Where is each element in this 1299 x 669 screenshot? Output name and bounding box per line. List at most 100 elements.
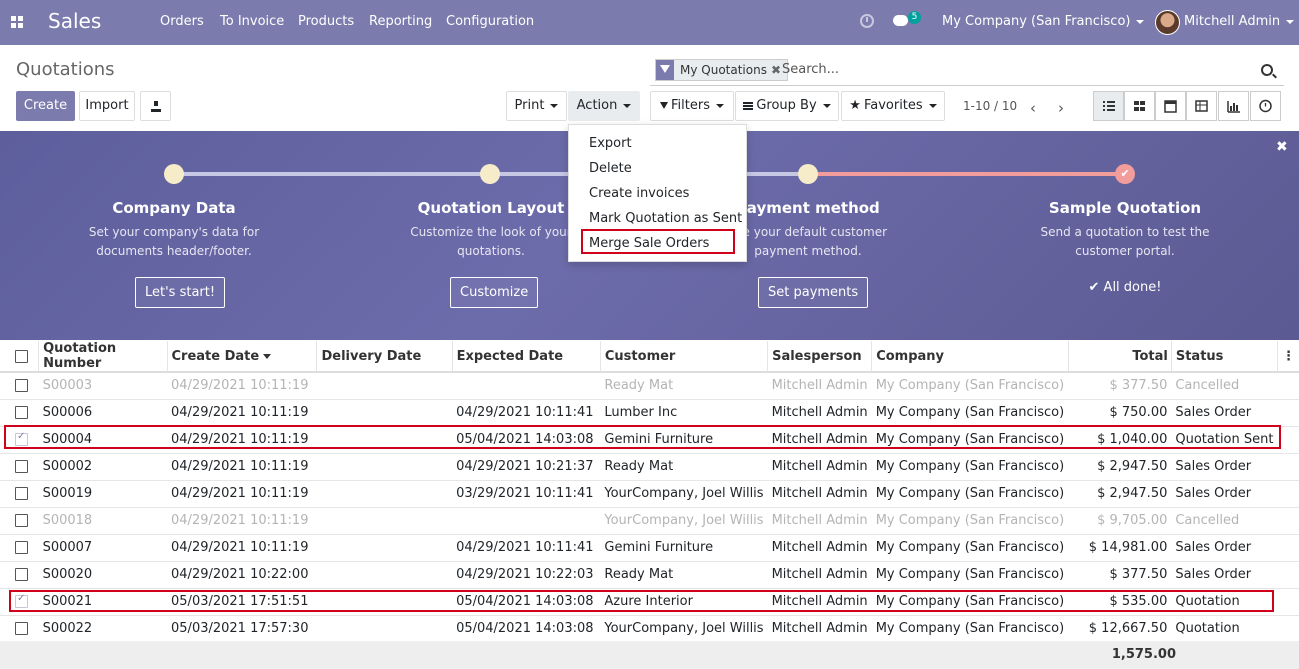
cell-status: Sales Order — [1171, 561, 1278, 589]
table-header-row: Quotation Number Create Date Delivery Da… — [0, 341, 1299, 373]
menu-products[interactable]: Products — [298, 14, 354, 29]
menu-item-delete[interactable]: Delete — [589, 161, 632, 176]
col-expected-date[interactable]: Expected Date — [452, 341, 601, 373]
row-checkbox[interactable] — [0, 507, 39, 535]
row-checkbox[interactable] — [0, 480, 39, 508]
cell-create-date: 04/29/2021 10:11:19 — [167, 534, 317, 562]
checkbox[interactable] — [15, 487, 28, 500]
step-desc-line: documents header/footer. — [96, 244, 252, 258]
avatar[interactable] — [1155, 10, 1180, 35]
lets-start-button[interactable]: Let's start! — [135, 277, 226, 308]
menu-to-invoice[interactable]: To Invoice — [220, 14, 284, 29]
star-icon: ★ — [849, 98, 861, 113]
search-icon[interactable] — [1261, 64, 1273, 76]
pivot-view-icon[interactable] — [1186, 91, 1217, 121]
col-total[interactable]: Total — [1068, 341, 1172, 373]
groupby-button[interactable]: Group By — [735, 91, 839, 121]
row-checkbox[interactable] — [0, 453, 39, 481]
cell-company: My Company (San Francisco) — [871, 534, 1069, 562]
app-name[interactable]: Sales — [48, 9, 101, 33]
chevron-down-icon — [822, 103, 831, 108]
table-row[interactable]: S00022 05/03/2021 17:57:30 05/04/2021 14… — [0, 615, 1299, 643]
row-checkbox[interactable] — [0, 534, 39, 562]
cell-empty — [1277, 372, 1299, 400]
kanban-view-icon[interactable] — [1124, 91, 1155, 121]
cell-salesperson: Mitchell Admin — [767, 561, 872, 589]
chat-icon[interactable] — [893, 15, 908, 26]
col-quotation-number[interactable]: Quotation Number — [38, 341, 168, 373]
favorites-button[interactable]: ★ Favorites — [841, 91, 945, 121]
row-checkbox[interactable] — [0, 372, 39, 400]
download-button[interactable] — [140, 91, 171, 121]
calendar-view-icon[interactable] — [1155, 91, 1186, 121]
table-row[interactable]: S00019 04/29/2021 10:11:19 03/29/2021 10… — [0, 480, 1299, 508]
step-dot — [164, 164, 184, 184]
row-checkbox[interactable] — [0, 561, 39, 589]
checkbox[interactable] — [15, 622, 28, 635]
checkbox[interactable] — [15, 568, 28, 581]
checkbox[interactable] — [15, 406, 28, 419]
menu-item-create-invoices[interactable]: Create invoices — [589, 186, 689, 201]
list-view-icon[interactable] — [1093, 91, 1124, 121]
col-customer[interactable]: Customer — [600, 341, 769, 373]
col-delivery-date[interactable]: Delivery Date — [316, 341, 453, 373]
col-status[interactable]: Status — [1171, 341, 1278, 373]
checkbox[interactable] — [15, 460, 28, 473]
cell-create-date: 04/29/2021 10:22:00 — [167, 561, 317, 589]
cell-status: Sales Order — [1171, 399, 1278, 427]
create-button[interactable]: Create — [16, 91, 75, 121]
row-checkbox[interactable] — [0, 615, 39, 643]
chevron-right-icon[interactable]: › — [1058, 99, 1064, 117]
table-row[interactable]: S00003 04/29/2021 10:11:19 Ready Mat Mit… — [0, 372, 1299, 400]
checkbox[interactable] — [15, 349, 28, 363]
apps-icon[interactable] — [11, 16, 23, 28]
set-payments-button[interactable]: Set payments — [758, 277, 869, 308]
checkbox[interactable] — [15, 541, 28, 554]
chevron-left-icon[interactable]: ‹ — [1030, 99, 1036, 117]
table-row[interactable]: S00018 04/29/2021 10:11:19 YourCompany, … — [0, 507, 1299, 535]
cell-number: S00007 — [38, 534, 168, 562]
print-button[interactable]: Print — [506, 91, 567, 121]
col-company[interactable]: Company — [871, 341, 1069, 373]
graph-view-icon[interactable] — [1218, 91, 1249, 121]
menu-configuration[interactable]: Configuration — [446, 14, 534, 29]
col-salesperson[interactable]: Salesperson — [767, 341, 873, 373]
company-name: My Company (San Francisco) — [942, 14, 1131, 29]
user-menu[interactable]: Mitchell Admin — [1184, 14, 1295, 29]
action-button[interactable]: Action — [568, 91, 640, 121]
customize-button[interactable]: Customize — [450, 277, 539, 308]
activity-clock-icon[interactable] — [860, 14, 874, 28]
col-create-date[interactable]: Create Date — [167, 341, 318, 373]
menu-reporting[interactable]: Reporting — [369, 14, 432, 29]
table-row[interactable]: S00002 04/29/2021 10:11:19 04/29/2021 10… — [0, 453, 1299, 481]
search-facet[interactable]: My Quotations ✖ — [655, 59, 789, 81]
chevron-down-icon — [623, 103, 632, 108]
table-row[interactable]: S00006 04/29/2021 10:11:19 04/29/2021 10… — [0, 399, 1299, 427]
company-switcher[interactable]: My Company (San Francisco) — [942, 14, 1145, 29]
menu-item-mark-sent[interactable]: Mark Quotation as Sent — [589, 211, 742, 226]
table-row[interactable]: S00007 04/29/2021 10:11:19 04/29/2021 10… — [0, 534, 1299, 562]
step-desc: Send a quotation to test the customer por… — [1005, 223, 1245, 261]
menu-item-export[interactable]: Export — [589, 136, 632, 151]
chevron-down-icon — [928, 103, 937, 108]
step-sample-quotation: Sample Quotation Send a quotation to tes… — [1005, 199, 1245, 261]
column-options-icon[interactable]: ⋮ — [1277, 341, 1299, 373]
row-checkbox[interactable] — [0, 399, 39, 427]
menu-orders[interactable]: Orders — [160, 14, 204, 29]
cell-number: S00019 — [38, 480, 168, 508]
cell-total: $ 9,705.00 — [1068, 507, 1172, 535]
cell-expected-date: 03/29/2021 10:11:41 — [452, 480, 601, 508]
table-row[interactable]: S00020 04/29/2021 10:22:00 04/29/2021 10… — [0, 561, 1299, 589]
filters-button[interactable]: Filters — [650, 91, 734, 121]
checkbox[interactable] — [15, 379, 28, 393]
select-all-checkbox[interactable] — [0, 341, 40, 373]
checkbox[interactable] — [15, 514, 28, 527]
pager-value[interactable]: 1-10 / 10 — [963, 99, 1017, 113]
close-icon[interactable]: ✖ — [771, 63, 781, 77]
activity-view-icon[interactable] — [1250, 91, 1281, 121]
search-input[interactable]: Search... — [782, 62, 839, 77]
page-title[interactable]: Quotations — [16, 59, 115, 80]
import-button[interactable]: Import — [79, 91, 135, 121]
close-icon[interactable]: ✖ — [1276, 139, 1288, 155]
cell-expected-date — [452, 372, 601, 400]
